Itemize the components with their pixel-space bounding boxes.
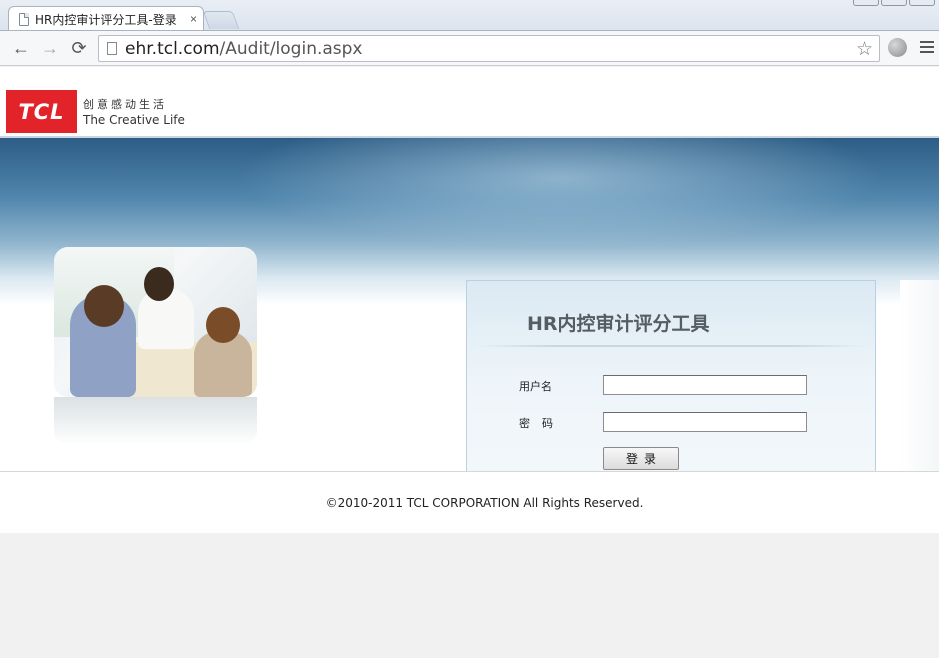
tcl-logo: TCL xyxy=(6,90,77,133)
team-photo xyxy=(54,247,257,397)
menu-icon[interactable] xyxy=(920,41,934,56)
page-icon xyxy=(19,12,29,26)
page-icon xyxy=(107,42,117,55)
url-text: ehr.tcl.com/Audit/login.aspx xyxy=(125,39,363,59)
back-icon[interactable]: ← xyxy=(10,37,32,59)
new-tab-button[interactable] xyxy=(202,11,240,29)
team-photo-reflection xyxy=(54,397,257,445)
close-tab-icon[interactable]: × xyxy=(190,12,197,26)
browser-toolbar: ← → ⟳ ehr.tcl.com/Audit/login.aspx ☆ xyxy=(0,30,939,66)
copyright-text: ©2010-2011 TCL CORPORATION All Rights Re… xyxy=(325,496,644,510)
browser-tab[interactable]: HR内控审计评分工具-登录 × xyxy=(8,6,204,31)
url-path: /Audit/login.aspx xyxy=(219,38,363,59)
password-input[interactable] xyxy=(603,412,807,432)
address-bar[interactable]: ehr.tcl.com/Audit/login.aspx ☆ xyxy=(98,35,880,62)
forward-icon[interactable]: → xyxy=(39,37,61,59)
title-divider xyxy=(477,345,867,347)
page-content: TCL 创意感动生活 The Creative Life HR内控审计评分工具 … xyxy=(0,67,939,658)
reload-icon[interactable]: ⟳ xyxy=(68,37,90,59)
window-controls xyxy=(853,0,935,6)
password-label: 密码 xyxy=(519,417,565,430)
minimize-button[interactable] xyxy=(853,0,879,6)
url-host: ehr.tcl.com xyxy=(125,38,220,59)
maximize-button[interactable] xyxy=(881,0,907,6)
bookmark-star-icon[interactable]: ☆ xyxy=(856,38,873,61)
site-header: TCL 创意感动生活 The Creative Life xyxy=(0,67,939,137)
browser-titlebar: HR内控审计评分工具-登录 × xyxy=(0,0,939,31)
username-label: 用户名 xyxy=(519,380,552,393)
close-window-button[interactable] xyxy=(909,0,935,6)
slogan-english: The Creative Life xyxy=(83,113,185,127)
tab-title: HR内控审计评分工具-登录 xyxy=(35,12,177,27)
slogan-chinese: 创意感动生活 xyxy=(83,98,167,111)
username-input[interactable] xyxy=(603,375,807,395)
globe-icon[interactable] xyxy=(888,38,907,57)
login-button[interactable]: 登录 xyxy=(603,447,679,470)
login-banner: HR内控审计评分工具 用户名 密码 登录 xyxy=(0,138,939,510)
site-footer: ©2010-2011 TCL CORPORATION All Rights Re… xyxy=(0,471,939,533)
login-title: HR内控审计评分工具 xyxy=(527,313,710,335)
logo-text: TCL xyxy=(18,99,65,124)
